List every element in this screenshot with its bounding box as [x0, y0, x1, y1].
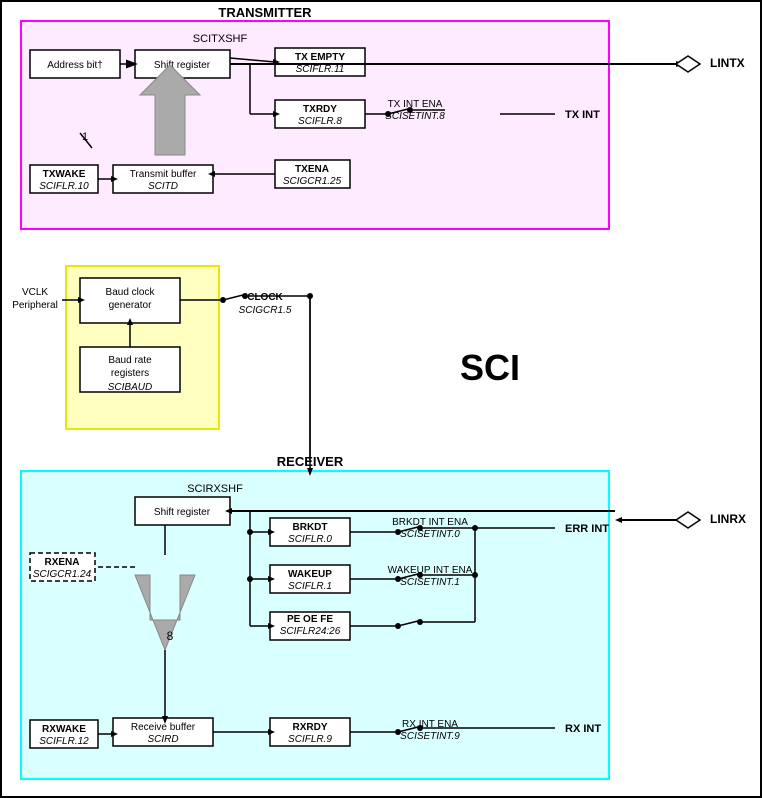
- baud-region: [65, 265, 220, 430]
- svg-text:VCLK: VCLK: [22, 287, 48, 298]
- receiver-region: [20, 470, 610, 780]
- svg-text:Peripheral: Peripheral: [12, 300, 58, 311]
- svg-text:LINTX: LINTX: [710, 56, 745, 70]
- svg-text:RECEIVER: RECEIVER: [277, 454, 344, 469]
- svg-text:TRANSMITTER: TRANSMITTER: [218, 5, 312, 20]
- svg-text:SCIGCR1.5: SCIGCR1.5: [239, 305, 292, 316]
- svg-text:SCI: SCI: [460, 347, 520, 388]
- svg-text:CLOCK: CLOCK: [247, 292, 283, 303]
- svg-text:LINRX: LINRX: [710, 512, 746, 526]
- transmitter-region: [20, 20, 610, 230]
